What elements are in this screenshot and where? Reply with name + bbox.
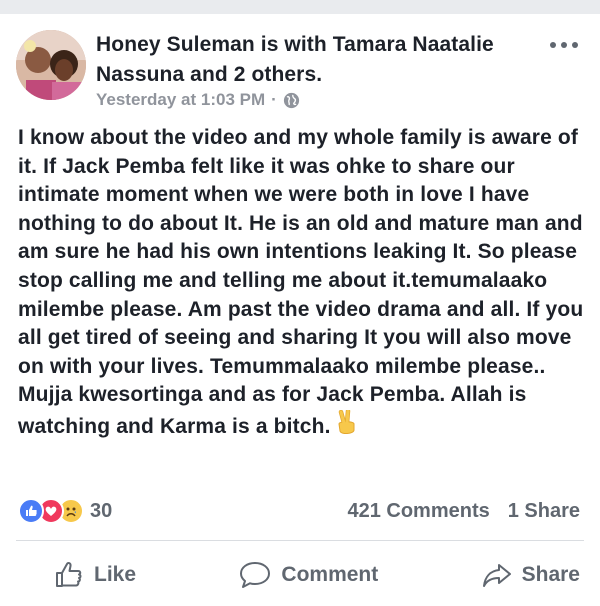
more-options-icon[interactable] [548, 38, 580, 52]
more-dot [561, 42, 567, 48]
post-body: I know about the video and my whole fami… [18, 124, 584, 442]
divider [16, 540, 584, 541]
thumbs-up-icon [56, 561, 82, 587]
post-meta: Yesterday at 1:03 PM · [96, 88, 300, 112]
share-arrow-icon [482, 564, 511, 587]
comment-bubble-icon [240, 562, 271, 588]
engagement-counts: 421 Comments 1 Share [347, 500, 580, 523]
like-button[interactable]: Like [54, 548, 136, 602]
share-button[interactable]: Share [482, 548, 580, 602]
globe-icon [283, 92, 300, 109]
meta-separator: · [271, 90, 277, 109]
post-body-text: I know about the video and my whole fami… [18, 126, 584, 438]
avatar[interactable] [16, 30, 86, 100]
post-actions: Like Comment Share [16, 548, 584, 602]
comment-button[interactable]: Comment [239, 548, 378, 602]
shares-count[interactable]: 1 Share [508, 500, 580, 523]
top-strip [0, 0, 600, 14]
reaction-count: 30 [90, 499, 113, 522]
victory-hand-emoji [335, 408, 359, 436]
post-header: Honey Suleman is with Tamara Naatalie Na… [16, 28, 584, 114]
reactions-summary[interactable]: 30 [18, 498, 112, 524]
comments-count[interactable]: 421 Comments [347, 500, 489, 523]
like-reaction-icon [18, 498, 44, 524]
comment-label: Comment [281, 563, 379, 586]
like-label: Like [94, 563, 137, 586]
author-line[interactable]: Honey Suleman is with Tamara Naatalie Na… [96, 30, 516, 90]
avatar-image [16, 30, 86, 100]
more-dot [550, 42, 556, 48]
post-stats: 30 421 Comments 1 Share [16, 496, 584, 528]
more-dot [572, 42, 578, 48]
timestamp[interactable]: Yesterday at 1:03 PM [96, 88, 265, 112]
share-label: Share [521, 563, 580, 586]
